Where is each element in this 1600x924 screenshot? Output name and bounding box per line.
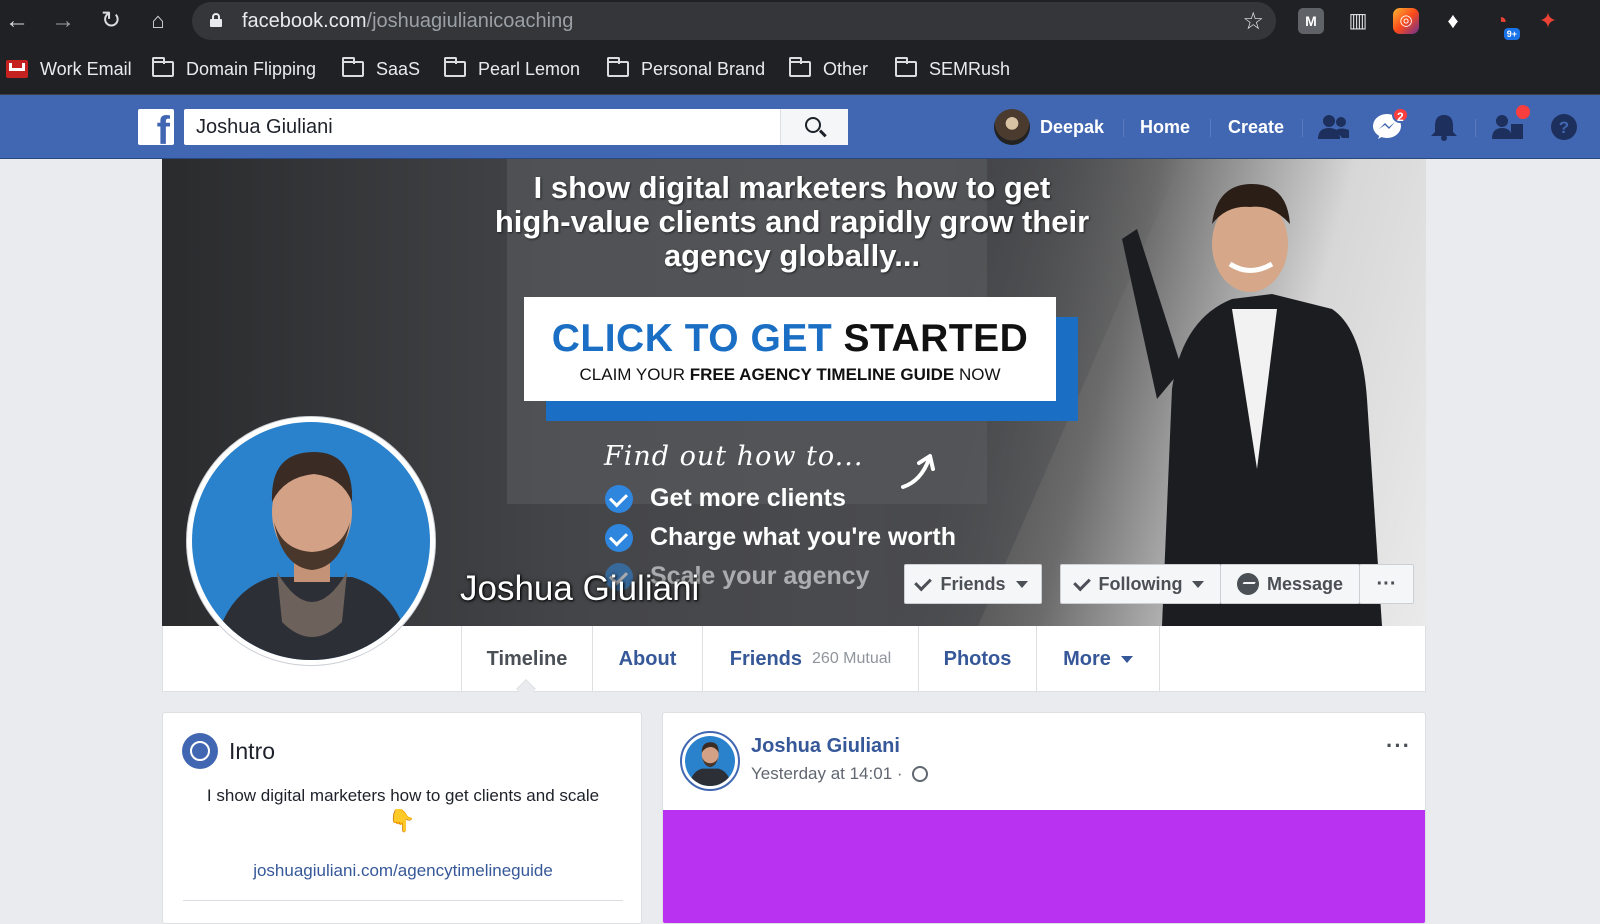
radar-extension-icon[interactable]: ◔ 9+: [1488, 8, 1520, 40]
caret-down-icon: [1192, 580, 1205, 588]
lock-icon: [210, 13, 222, 27]
divider: [1123, 119, 1124, 137]
m-extension-icon[interactable]: M: [1298, 8, 1324, 34]
check-icon: [914, 573, 933, 591]
intro-card: Intro I show digital marketers how to ge…: [162, 712, 642, 924]
post-media[interactable]: [663, 810, 1425, 923]
gmail-icon: [6, 60, 28, 78]
post-timestamp[interactable]: Yesterday at 14:01 ·: [751, 764, 903, 784]
extension-badge: 9+: [1503, 28, 1520, 40]
check-icon: [605, 523, 633, 552]
folder-icon: [444, 57, 466, 77]
url-domain: facebook.com: [242, 10, 367, 32]
bookmark-pearl-lemon[interactable]: Pearl Lemon: [444, 57, 580, 81]
profile-picture[interactable]: [186, 416, 436, 666]
svg-text:?: ?: [1559, 118, 1569, 137]
list-item: Get more clients: [605, 479, 956, 518]
cta-title: CLICK TO GET STARTED: [551, 317, 1029, 360]
folder-icon: [789, 57, 811, 77]
speaker-photo: [1122, 184, 1382, 626]
post-author-name[interactable]: Joshua Giuliani: [751, 735, 900, 758]
cta-subtitle: CLAIM YOUR FREE AGENCY TIMELINE GUIDE NO…: [579, 365, 1001, 384]
pages-extension-icon[interactable]: ▥: [1345, 8, 1371, 34]
bookmark-personal-brand[interactable]: Personal Brand: [607, 57, 765, 81]
following-button[interactable]: Following: [1060, 564, 1221, 604]
intro-title: Intro: [229, 738, 276, 764]
tab-photos[interactable]: Photos: [918, 626, 1036, 692]
bookmark-semrush[interactable]: SEMRush: [895, 57, 1010, 81]
avatar: [685, 736, 735, 786]
cover-headline: I show digital marketers how to get high…: [494, 170, 1090, 273]
messages-badge: 2: [1392, 107, 1409, 124]
friend-requests-icon[interactable]: [1318, 113, 1350, 141]
address-bar[interactable]: facebook.com/joshuagiulianicoaching ☆: [192, 2, 1276, 40]
url-text[interactable]: facebook.com/joshuagiulianicoaching: [242, 10, 573, 33]
check-icon: [605, 484, 633, 513]
profile-name[interactable]: Joshua Giuliani: [460, 569, 699, 609]
avatar: [994, 109, 1030, 145]
tab-about[interactable]: About: [592, 626, 702, 692]
more-options-button[interactable]: ···: [1359, 564, 1414, 604]
notification-dot: [1516, 105, 1530, 119]
reload-icon[interactable]: ↻: [96, 6, 126, 36]
diamond-extension-icon[interactable]: ♦: [1440, 8, 1466, 34]
bookmark-star-icon[interactable]: ☆: [1242, 7, 1264, 36]
divider: [183, 900, 623, 901]
avatar: [192, 422, 430, 660]
search-box: [184, 109, 848, 145]
friends-count: 260 Mutual: [812, 650, 892, 667]
bookmark-work-email[interactable]: Work Email: [6, 57, 132, 81]
bookmark-saas[interactable]: SaaS: [342, 57, 420, 81]
forward-icon[interactable]: →: [48, 6, 78, 36]
tab-friends[interactable]: Friends 260 Mutual: [702, 626, 918, 692]
post-card: Joshua Giuliani Yesterday at 14:01 · ···: [662, 712, 1426, 924]
search-button[interactable]: [780, 109, 848, 145]
help-icon[interactable]: ?: [1548, 113, 1580, 141]
create-link[interactable]: Create: [1228, 117, 1284, 138]
folder-icon: [607, 57, 629, 77]
bookmark-domain-flipping[interactable]: Domain Flipping: [152, 57, 316, 81]
divider: [1475, 119, 1476, 137]
pointing-down-icon: 👇: [388, 808, 416, 833]
caret-down-icon: [1120, 655, 1133, 663]
folder-icon: [342, 57, 364, 77]
bookmarks-bar: Work Email Domain Flipping SaaS Pearl Le…: [0, 42, 1600, 95]
intro-bio: I show digital marketers how to get clie…: [206, 786, 600, 805]
messenger-icon: [1236, 573, 1259, 595]
divider: [1210, 119, 1211, 137]
home-icon[interactable]: ⌂: [143, 6, 173, 36]
message-button[interactable]: Message: [1220, 564, 1360, 604]
search-icon: [805, 117, 821, 133]
intro-website-link[interactable]: joshuagiuliani.com/agencytimelineguide: [183, 861, 623, 881]
portrait-photo: [212, 452, 412, 660]
find-out-text: Find out how to...: [604, 441, 864, 472]
cta-banner: CLICK TO GET STARTED CLAIM YOUR FREE AGE…: [524, 297, 1056, 401]
fox-extension-icon[interactable]: ✦: [1535, 8, 1561, 34]
back-icon[interactable]: ←: [2, 6, 32, 36]
portrait-photo: [689, 742, 732, 786]
facebook-logo[interactable]: f: [138, 109, 174, 145]
public-globe-icon: [912, 766, 928, 782]
notifications-icon[interactable]: [1428, 113, 1460, 141]
list-item: Charge what you're worth: [605, 518, 956, 557]
folder-icon: [895, 57, 917, 77]
home-link[interactable]: Home: [1140, 117, 1190, 138]
globe-icon: [182, 733, 218, 769]
url-path: /joshuagiulianicoaching: [366, 10, 574, 32]
profile-link[interactable]: Deepak: [994, 109, 1104, 145]
search-input[interactable]: [184, 109, 779, 145]
post-options-icon[interactable]: ···: [1386, 733, 1411, 759]
friends-button[interactable]: Friends: [904, 564, 1042, 604]
facebook-header: f Deepak Home Create 2 ?: [0, 95, 1600, 159]
folder-icon: [152, 57, 174, 77]
bookmark-other[interactable]: Other: [789, 57, 868, 81]
browser-toolbar: ← → ↻ ⌂ facebook.com/joshuagiulianicoach…: [0, 0, 1600, 42]
check-icon: [1072, 573, 1091, 591]
tab-more[interactable]: More: [1036, 626, 1160, 692]
post-author-avatar[interactable]: [680, 731, 740, 791]
camera-extension-icon[interactable]: ◎: [1393, 8, 1419, 34]
caret-down-icon: [1015, 580, 1028, 588]
divider: [1302, 119, 1303, 137]
